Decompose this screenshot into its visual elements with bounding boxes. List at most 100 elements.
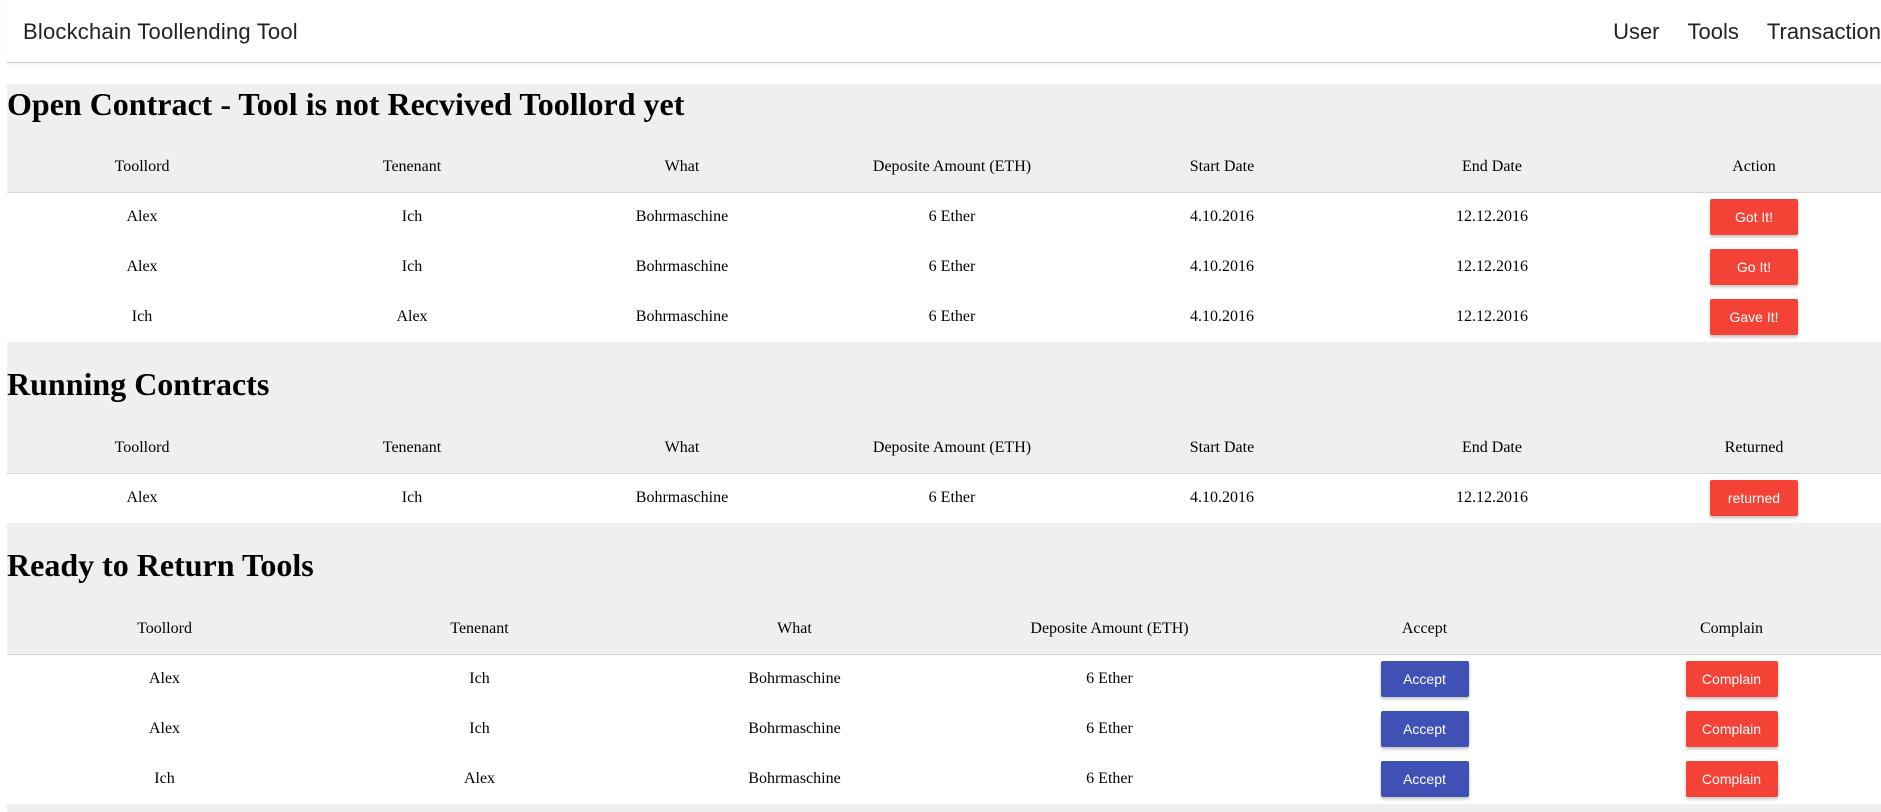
ready-to-return-table: Toollord Tenenant What Deposite Amount (… <box>7 604 1881 804</box>
tenant-cell: Alex <box>396 308 428 325</box>
column-header: Returned <box>1627 423 1881 474</box>
running-contracts-table: Toollord Tenenant What Deposite Amount (… <box>7 423 1881 523</box>
column-header: Action <box>1627 142 1881 193</box>
open-contracts-table: Toollord Tenenant What Deposite Amount (… <box>7 142 1881 342</box>
toollord-cell: Ich <box>154 770 175 787</box>
section-title-open-contracts: Open Contract - Tool is not Recvived Too… <box>7 86 685 122</box>
tenant-cell: Ich <box>401 208 423 226</box>
column-header: Start Date <box>1087 142 1357 193</box>
running-contracts-section: Running Contracts Toollord Tenenant What… <box>7 344 1881 524</box>
deposit-cell: 6 Ether <box>928 308 976 325</box>
returned-button[interactable]: returned <box>1710 480 1798 517</box>
what-cell: Bohrmaschine <box>635 308 729 325</box>
nav-link-transaction[interactable]: Transaction <box>1767 19 1881 45</box>
complain-button[interactable]: Complain <box>1685 661 1778 698</box>
column-header: What <box>547 423 817 474</box>
tenant-cell: Ich <box>469 670 490 688</box>
complain-cell: Complain <box>1582 754 1881 804</box>
toollord-cell: Alex <box>126 258 158 275</box>
column-header: Tenenant <box>322 604 637 655</box>
tenant-cell: Ich <box>401 258 423 275</box>
column-header: Toollord <box>7 423 277 474</box>
complain-cell: Complain <box>1582 654 1881 704</box>
toollord-cell: Alex <box>148 720 181 737</box>
what-cell: Bohrmaschine <box>748 770 841 787</box>
nav-links: User Tools Transaction <box>1585 19 1881 45</box>
end-date-cell: 12.12.2016 <box>1456 258 1528 275</box>
end-date-cell: 12.12.2016 <box>1456 308 1528 325</box>
column-header: Deposite Amount (ETH) <box>817 423 1087 474</box>
toollord-cell: Alex <box>126 489 158 507</box>
table-row: Alex Ich Bohrmaschine 6 Ether Accept Com… <box>7 704 1881 754</box>
ready-to-return-section: Ready to Return Tools Toollord Tenenant … <box>7 524 1881 805</box>
accept-cell: Accept <box>1267 754 1582 804</box>
complain-button[interactable]: Complain <box>1685 761 1778 797</box>
column-header: End Date <box>1357 142 1627 193</box>
column-header: Accept <box>1267 604 1582 655</box>
end-date-cell: 12.12.2016 <box>1456 489 1528 507</box>
section-title-ready-to-return: Ready to Return Tools <box>7 547 314 583</box>
what-cell: Bohrmaschine <box>635 489 729 507</box>
column-header: Complain <box>1582 604 1881 655</box>
gave-it-button[interactable]: Gave It! <box>1710 299 1798 335</box>
tenant-cell: Ich <box>401 489 423 507</box>
table-row: Alex Ich Bohrmaschine 6 Ether Accept Com… <box>7 654 1881 704</box>
complain-button[interactable]: Complain <box>1685 711 1778 747</box>
what-cell: Bohrmaschine <box>748 720 841 737</box>
column-header: Toollord <box>7 142 277 193</box>
deposit-cell: 6 Ether <box>928 208 976 226</box>
action-cell: Gave It! <box>1627 292 1881 342</box>
end-date-cell: 12.12.2016 <box>1456 208 1528 226</box>
column-header: What <box>547 142 817 193</box>
returned-cell: returned <box>1627 473 1881 523</box>
start-date-cell: 4.10.2016 <box>1190 308 1254 325</box>
what-cell: Bohrmaschine <box>748 670 841 688</box>
deposit-cell: 6 Ether <box>928 489 976 507</box>
top-navbar: Blockchain Toollending Tool User Tools T… <box>7 0 1881 63</box>
column-header: Deposite Amount (ETH) <box>952 604 1267 655</box>
accept-cell: Accept <box>1267 704 1582 754</box>
deposit-cell: 6 Ether <box>1086 720 1133 737</box>
open-contracts-section: Open Contract - Tool is not Recvived Too… <box>7 84 1881 344</box>
app-title: Blockchain Toollending Tool <box>23 19 298 44</box>
start-date-cell: 4.10.2016 <box>1190 208 1254 226</box>
table-header-row: Toollord Tenenant What Deposite Amount (… <box>7 604 1881 655</box>
toollord-cell: Ich <box>131 308 153 325</box>
action-cell: Got It! <box>1627 192 1881 242</box>
start-date-cell: 4.10.2016 <box>1190 258 1254 275</box>
accept-button[interactable]: Accept <box>1380 761 1469 797</box>
nav-link-tools[interactable]: Tools <box>1688 19 1739 45</box>
complain-cell: Complain <box>1582 704 1881 754</box>
got-it-button[interactable]: Got It! <box>1710 199 1798 236</box>
what-cell: Bohrmaschine <box>635 258 729 275</box>
table-row: Alex Ich Bohrmaschine 6 Ether 4.10.2016 … <box>7 192 1881 242</box>
what-cell: Bohrmaschine <box>635 208 729 226</box>
toollord-cell: Alex <box>148 670 181 688</box>
column-header: Tenenant <box>277 142 547 193</box>
start-date-cell: 4.10.2016 <box>1190 489 1254 507</box>
accept-button[interactable]: Accept <box>1380 661 1469 698</box>
tenant-cell: Ich <box>469 720 490 737</box>
next-section-strip <box>7 805 1881 812</box>
deposit-cell: 6 Ether <box>928 258 976 275</box>
toollord-cell: Alex <box>126 208 158 226</box>
table-header-row: Toollord Tenenant What Deposite Amount (… <box>7 423 1881 474</box>
section-title-running-contracts: Running Contracts <box>7 366 270 402</box>
table-row: Ich Alex Bohrmaschine 6 Ether Accept Com… <box>7 754 1881 804</box>
deposit-cell: 6 Ether <box>1086 770 1133 787</box>
column-header: End Date <box>1357 423 1627 474</box>
table-row: Alex Ich Bohrmaschine 6 Ether 4.10.2016 … <box>7 242 1881 292</box>
column-header: Toollord <box>7 604 322 655</box>
column-header: Start Date <box>1087 423 1357 474</box>
accept-button[interactable]: Accept <box>1380 711 1469 747</box>
action-cell: Go It! <box>1627 242 1881 292</box>
table-header-row: Toollord Tenenant What Deposite Amount (… <box>7 142 1881 193</box>
tenant-cell: Alex <box>463 770 496 787</box>
table-row: Alex Ich Bohrmaschine 6 Ether 4.10.2016 … <box>7 473 1881 523</box>
table-row: Ich Alex Bohrmaschine 6 Ether 4.10.2016 … <box>7 292 1881 342</box>
deposit-cell: 6 Ether <box>1086 670 1133 688</box>
nav-link-user[interactable]: User <box>1613 19 1659 45</box>
column-header: What <box>637 604 952 655</box>
accept-cell: Accept <box>1267 654 1582 704</box>
go-it-button[interactable]: Go It! <box>1710 249 1798 285</box>
